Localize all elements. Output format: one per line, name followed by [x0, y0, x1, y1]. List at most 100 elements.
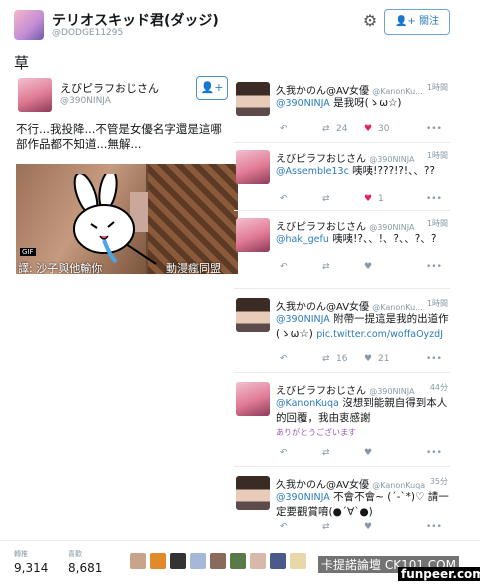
display-name: えびピラフおじさん [60, 82, 159, 95]
retweet-icon[interactable]: ⇄ [322, 262, 330, 272]
tweet-text: @390NINJA 是我呀(ゝω☆) [276, 97, 402, 109]
reply-icon[interactable]: ↶ [280, 194, 288, 204]
tweet-actions: ↶ ⇄ 24 ♥ 30 ••• [276, 124, 450, 136]
display-name: えびピラフおじさん @390NINJA [276, 222, 415, 233]
more-icon[interactable]: ••• [426, 262, 442, 272]
retweet-icon[interactable]: ⇄ [322, 522, 330, 532]
reply-tweet[interactable]: えびピラフおじさん @390NINJA 1時間 @Assemble13c 咦咦!… [234, 144, 450, 206]
timestamp: 1時間 [426, 219, 448, 228]
rabbit-sticker [73, 174, 157, 265]
more-icon[interactable]: ••• [426, 194, 442, 204]
timestamp: 44分 [429, 383, 448, 392]
tweet-caption: 草 [14, 54, 30, 72]
tweet-actions: ↶ ⇄ 16 ♥ 21 ••• [276, 354, 450, 366]
retweets-label: 轉推 [14, 550, 28, 558]
avatar[interactable] [150, 553, 166, 569]
tweet-actions: ↶ ⇄ ♥ 1 ••• [276, 194, 450, 206]
retweet-icon[interactable]: ⇄ [322, 448, 330, 458]
avatar[interactable] [270, 553, 286, 569]
timestamp: 1時間 [426, 151, 448, 160]
display-name: 久我かのん@AV女優 @KanonKu... [276, 86, 423, 97]
heart-icon[interactable]: ♥ [364, 194, 372, 204]
subtitle-text: 動漫瘋同盟 [166, 262, 221, 274]
like-count: 30 [378, 124, 390, 134]
tweet-actions: ↶ ⇄ ♥ ••• [276, 522, 450, 534]
display-name: テリオスキッド君(ダッジ) [52, 13, 219, 29]
tweet-text: @hak_gefu 咦咦!?、、!、?、、?、? [276, 233, 437, 245]
display-name: えびピラフおじさん @390NINJA [276, 386, 415, 397]
like-count: 1 [378, 194, 384, 204]
reply-tweet[interactable]: えびピラフおじさん @390NINJA 44分 @KanonKuqa 沒想到能親… [234, 376, 450, 462]
divider [234, 466, 450, 467]
likes-label: 喜歡 [68, 550, 82, 558]
heart-icon[interactable]: ♥ [364, 522, 372, 532]
user-handle: @390NINJA [60, 96, 111, 106]
retweet-icon[interactable]: ⇄ [322, 124, 330, 134]
tweet-text: @390NINJA 不會不會~ (´-`*)♡ 請一定要觀賞唷(●´∀`●) [276, 491, 449, 518]
more-icon[interactable]: ••• [426, 354, 442, 364]
retweet-count: 16 [336, 354, 348, 364]
reply-tweet[interactable]: えびピラフおじさん @390NINJA 1時間 @hak_gefu 咦咦!?、、… [234, 212, 450, 276]
timestamp: 1時間 [426, 83, 448, 92]
heart-icon[interactable]: ♥ [364, 124, 372, 134]
timestamp: 1時間 [426, 299, 448, 308]
reply-icon[interactable]: ↶ [280, 262, 288, 272]
divider [234, 142, 450, 143]
more-icon[interactable]: ••• [426, 522, 442, 532]
avatar[interactable] [236, 82, 270, 116]
gif-badge: GIF [20, 248, 36, 256]
avatar[interactable] [190, 553, 206, 569]
more-icon[interactable]: ••• [426, 124, 442, 134]
reply-icon[interactable]: ↶ [280, 448, 288, 458]
reply-icon[interactable]: ↶ [280, 354, 288, 364]
avatar[interactable] [236, 476, 270, 510]
retweet-icon[interactable]: ⇄ [322, 194, 330, 204]
display-name: 久我かのん@AV女優 @KanonKuqa [276, 480, 426, 491]
divider [234, 372, 450, 373]
reply-icon[interactable]: ↶ [280, 124, 288, 134]
reply-icon[interactable]: ↶ [280, 522, 288, 532]
avatar[interactable] [210, 553, 226, 569]
avatar[interactable] [290, 553, 306, 569]
tweet-text: @Assemble13c 咦咦!???!?!、、?? [276, 165, 435, 177]
divider [234, 210, 450, 211]
media-link[interactable]: pic.twitter.com/woffaOyzdJ [316, 329, 443, 340]
tweet-media[interactable]: GIF 譯: 沙子與他輸你 動漫瘋同盟 [16, 164, 238, 274]
timestamp: 35分 [429, 477, 448, 486]
reply-tweet[interactable]: 久我かのん@AV女優 @KanonKu... 1時間 @390NINJA 是我呀… [234, 76, 450, 140]
avatar[interactable] [250, 553, 266, 569]
add-user-icon: 👤+ [394, 16, 419, 27]
display-name: えびピラフおじさん @390NINJA [276, 154, 415, 165]
avatar[interactable] [236, 218, 270, 252]
avatar[interactable] [18, 78, 52, 112]
subtitle-text: 譯: 沙子與他輸你 [18, 262, 103, 274]
avatar[interactable] [14, 10, 44, 40]
avatar[interactable] [230, 553, 246, 569]
tweet-text: 不行...我投降...不管是女優名字還是這哪部作品都不知道...無解... [16, 122, 222, 151]
likes-count[interactable]: 8,681 [68, 561, 102, 575]
tweet-actions: ↶ ⇄ ♥ ••• [276, 448, 450, 460]
heart-icon[interactable]: ♥ [364, 262, 372, 272]
avatar[interactable] [236, 382, 270, 416]
heart-icon[interactable]: ♥ [364, 448, 372, 458]
retweets-count[interactable]: 9,314 [14, 561, 48, 575]
profile-header: テリオスキッド君(ダッジ) @DODGE11295 ⚙ 👤+ 關注 [0, 0, 480, 46]
follow-button[interactable]: 👤+ 關注 [384, 9, 450, 35]
watermark: funpeer.com [398, 567, 480, 581]
tweet-text: @KanonKuqa 沒想到能親自得到本人的回覆，我由衷感謝 ありがとうございます [276, 397, 448, 437]
heart-icon[interactable]: ♥ [364, 354, 372, 364]
follow-button[interactable]: 👤+ [196, 76, 228, 100]
avatar[interactable] [236, 298, 270, 332]
avatar[interactable] [130, 553, 146, 569]
embedded-tweet[interactable]: えびピラフおじさん @390NINJA 👤+ 不行...我投降...不管是女優名… [10, 72, 238, 282]
reply-tweet[interactable]: 久我かのん@AV女優 @KanonKuqa 35分 @390NINJA 不會不會… [234, 470, 450, 538]
more-icon[interactable]: ••• [426, 448, 442, 458]
display-name: 久我かのん@AV女優 @KanonKu... [276, 302, 423, 313]
user-handle: @DODGE11295 [52, 28, 124, 38]
avatar[interactable] [170, 553, 186, 569]
retweet-icon[interactable]: ⇄ [322, 354, 330, 364]
gear-icon[interactable]: ⚙ [361, 12, 379, 30]
retweet-count: 24 [336, 124, 348, 134]
reply-tweet[interactable]: 久我かのん@AV女優 @KanonKu... 1時間 @390NINJA 附帶一… [234, 292, 450, 368]
avatar[interactable] [236, 150, 270, 184]
